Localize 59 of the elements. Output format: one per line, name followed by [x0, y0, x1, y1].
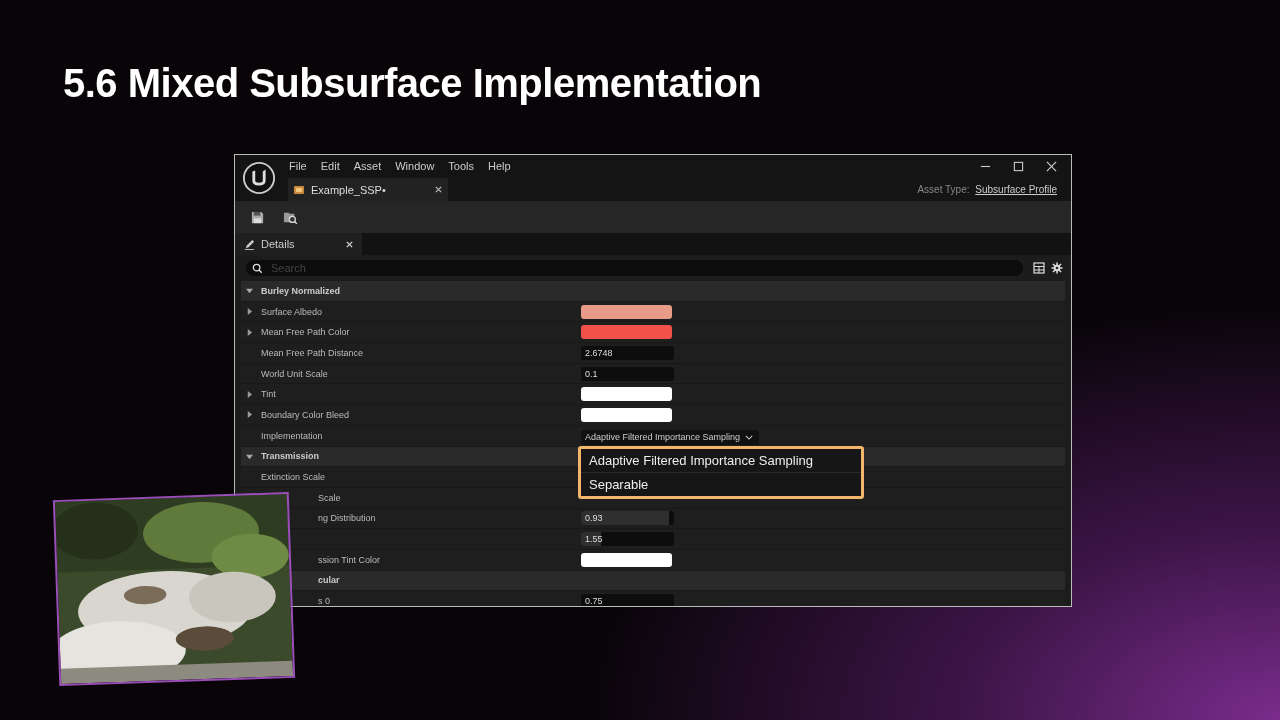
tab-label: Example_SSP• [311, 183, 387, 196]
collapse-arrow-icon[interactable] [246, 452, 253, 460]
dropdown[interactable]: Adaptive Filtered Importance Sampling [581, 429, 760, 445]
property-label: Scale [318, 492, 341, 503]
property-label: ssion Tint Color [318, 554, 381, 565]
number-field[interactable]: 0.93 [581, 511, 674, 526]
property-label: Boundary Color Bleed [261, 409, 350, 420]
menu-item[interactable]: Window [388, 160, 442, 172]
menu-option[interactable]: Adaptive Filtered Importance Sampling [581, 449, 861, 473]
document-tab[interactable]: Example_SSP• [288, 178, 448, 201]
property-label: Surface Albedo [261, 306, 323, 317]
color-swatch[interactable] [581, 552, 672, 567]
number-field[interactable]: 0.75 [581, 594, 674, 606]
slide-title: 5.6 Mixed Subsurface Implementation [62, 60, 763, 107]
property-label: s 0 [318, 596, 330, 606]
pencil-icon [244, 238, 255, 250]
close-icon[interactable] [434, 185, 443, 194]
save-icon[interactable] [250, 209, 265, 225]
grid-icon[interactable] [1033, 262, 1045, 274]
expand-arrow-icon[interactable] [246, 411, 253, 419]
section-title[interactable]: Burley Normalized [261, 285, 341, 296]
number-field[interactable]: 1.55 [581, 532, 674, 547]
asset-type-link[interactable]: Subsurface Profile [975, 184, 1057, 195]
close-icon[interactable] [1046, 160, 1057, 172]
expand-arrow-icon[interactable] [246, 328, 253, 336]
color-swatch[interactable] [581, 387, 672, 402]
tab-label: Details [261, 238, 296, 250]
property-label: World Unit Scale [261, 368, 328, 379]
property-label: Implementation [261, 430, 323, 441]
menu-item[interactable]: Help [481, 160, 518, 172]
asset-type-label: Asset Type: [917, 184, 970, 195]
chevron-icon [745, 434, 754, 440]
property-label: ng Distribution [318, 513, 376, 524]
color-swatch[interactable] [581, 325, 672, 340]
section-title[interactable]: cular [318, 575, 340, 586]
color-swatch[interactable] [581, 407, 672, 422]
collapse-arrow-icon[interactable] [246, 287, 253, 295]
number-field[interactable]: 2.6748 [581, 345, 674, 360]
section-title[interactable]: Transmission [261, 451, 320, 462]
property-label: Mean Free Path Color [261, 327, 350, 338]
maximize-icon[interactable] [1013, 160, 1024, 172]
number-field[interactable]: 0.1 [581, 366, 674, 381]
property-label: Extinction Scale [261, 472, 326, 483]
search-icon [252, 263, 263, 274]
expand-arrow-icon[interactable] [246, 308, 253, 316]
menu-option[interactable]: Separable [581, 473, 861, 496]
property-label: Mean Free Path Distance [261, 347, 364, 358]
expand-arrow-icon[interactable] [246, 390, 253, 398]
settings-icon[interactable] [1051, 262, 1063, 274]
details-tab[interactable]: Details [235, 233, 362, 255]
menu-item[interactable]: Tools [441, 160, 482, 172]
color-swatch[interactable] [581, 304, 672, 319]
menu-item[interactable]: Asset [346, 160, 389, 172]
menu-item[interactable]: Edit [313, 160, 347, 172]
asset-icon [293, 183, 305, 196]
property-label: Tint [261, 389, 276, 400]
logo-icon [242, 161, 276, 195]
menu-item[interactable]: File [282, 160, 314, 172]
close-icon[interactable] [345, 239, 354, 249]
